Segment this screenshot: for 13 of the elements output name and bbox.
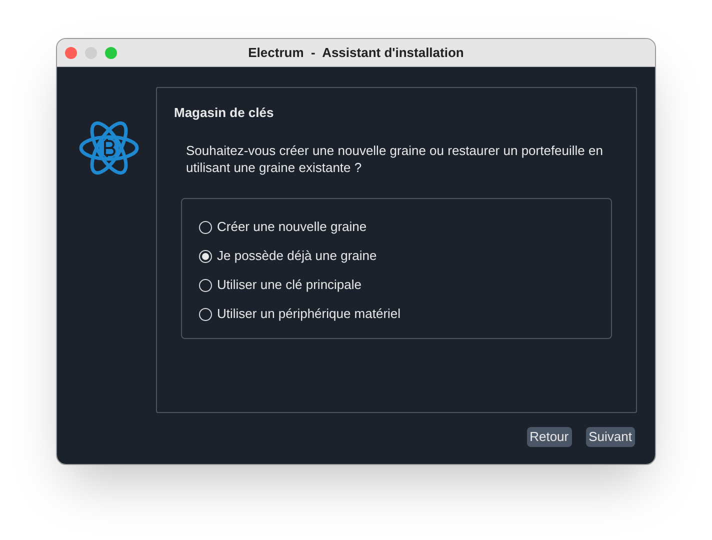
radio-button[interactable] — [199, 220, 212, 234]
window-title: Electrum - Assistant d'installation — [248, 44, 464, 62]
panel-title: Magasin de clés — [174, 104, 274, 122]
option-label[interactable]: Utiliser un périphérique matériel — [217, 304, 401, 324]
option-label[interactable]: Je possède déjà une graine — [217, 246, 377, 266]
option-label[interactable]: Créer une nouvelle graine — [217, 217, 367, 237]
radio-button[interactable] — [199, 250, 212, 262]
radio-button[interactable] — [199, 308, 212, 320]
radio-button[interactable] — [199, 278, 212, 292]
wizard-button[interactable]: Retour — [526, 427, 572, 447]
question-text: Souhaitez-vous créer une nouvelle graine ou restaurer un portefeuille en utilisant une graine existante ? — [186, 142, 604, 176]
wizard-button[interactable]: Suivant — [586, 427, 635, 447]
option-label[interactable]: Utiliser une clé principale — [217, 275, 362, 295]
